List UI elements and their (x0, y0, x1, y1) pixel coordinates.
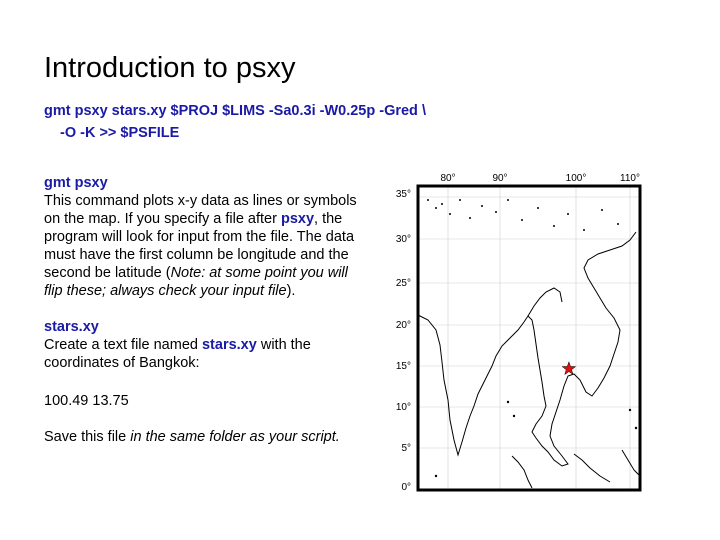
lat-label-35: 35° (396, 189, 411, 200)
lon-label-110: 110° (620, 173, 640, 184)
lon-label-100: 100° (566, 173, 587, 184)
coastline (417, 231, 641, 489)
latitude-labels: 35° 30° 25° 20° 15° 10° 5° 0° (396, 189, 411, 493)
save-text-2: in the same folder as your script. (130, 429, 340, 445)
lon-label-90: 90° (492, 173, 507, 184)
lat-label-0: 0° (401, 482, 411, 493)
command-line-2: -O -K >> $PSFILE (60, 125, 180, 141)
coordinates-text: 100.49 13.75 (44, 393, 129, 409)
lat-label-30: 30° (396, 234, 411, 245)
command-line-1: gmt psxy stars.xy $PROJ $LIMS -Sa0.3i -W… (44, 103, 426, 119)
page-title: Introduction to psxy (44, 52, 296, 84)
lat-label-25: 25° (396, 278, 411, 289)
islands (427, 199, 638, 478)
stars-inline-filename: stars.xy (201, 337, 257, 353)
map-grid (418, 186, 640, 490)
lat-label-20: 20° (396, 320, 411, 331)
explanation-text: gmt psxy This command plots x-y data as … (44, 174, 364, 446)
lon-label-80: 80° (440, 173, 455, 184)
stars-text-1: Create a text file named (44, 337, 202, 353)
psxy-description: This command plots x-y data as lines or … (44, 192, 364, 300)
lat-label-5: 5° (401, 443, 411, 454)
psxy-inline-command: psxy (280, 211, 315, 227)
lat-label-15: 15° (396, 361, 411, 372)
longitude-labels: 80° 90° 100° 110° (440, 173, 640, 184)
psxy-text-3: ). (286, 283, 296, 299)
map-figure: 80° 90° 100° 110° 35° 30° 25° 20° 15° 10… (396, 173, 642, 493)
stars-heading: stars.xy (44, 319, 99, 335)
lat-label-10: 10° (396, 402, 411, 413)
stars-description: Create a text file named stars.xy with t… (44, 336, 364, 372)
map-frame (416, 184, 642, 492)
bangkok-star-marker (561, 361, 577, 376)
save-instruction: Save this file in the same folder as you… (44, 428, 364, 446)
save-text-1: Save this file (44, 429, 131, 445)
command-example: gmt psxy stars.xy $PROJ $LIMS -Sa0.3i -W… (44, 100, 426, 144)
psxy-heading: gmt psxy (44, 175, 108, 191)
